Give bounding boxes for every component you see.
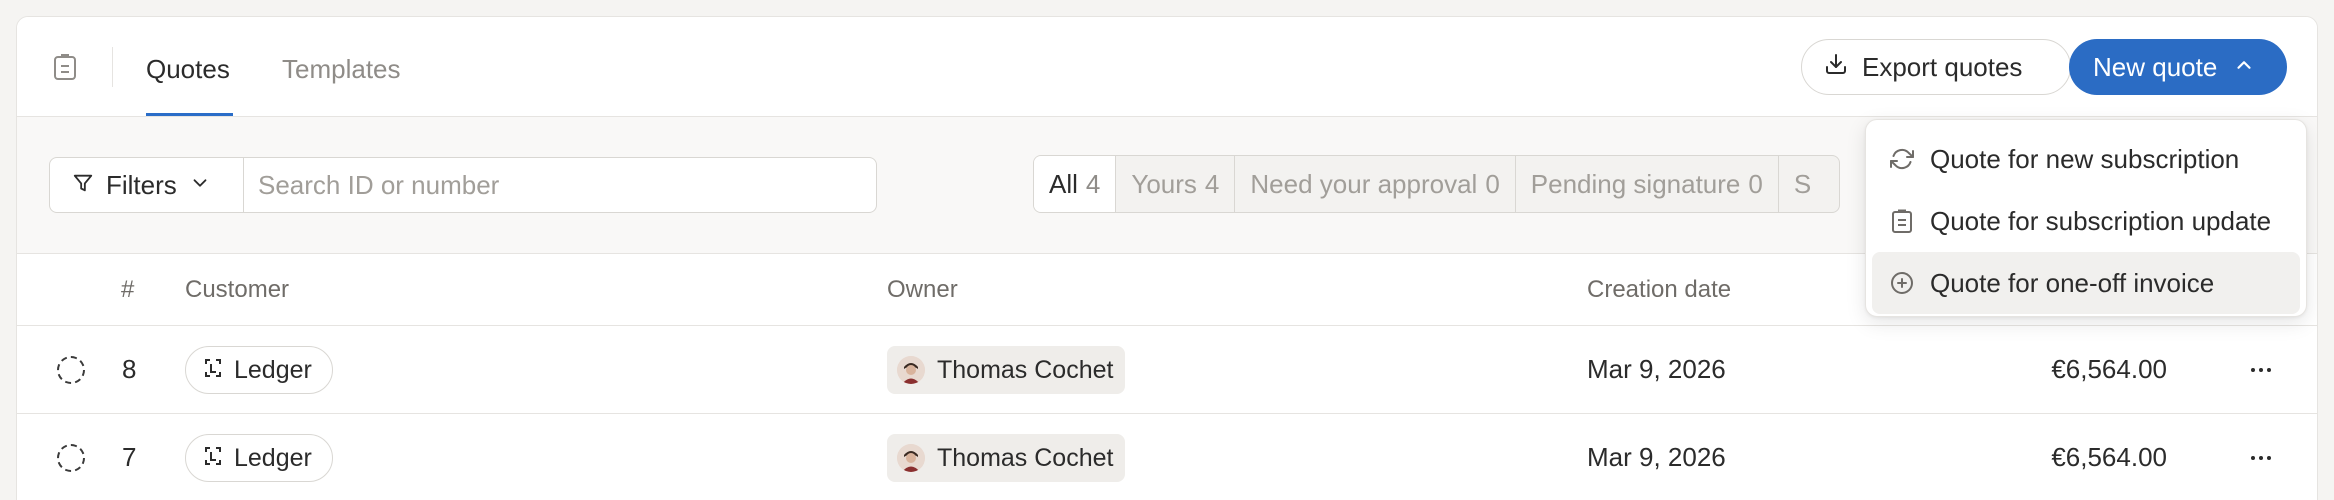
segment-count: 4 — [1204, 168, 1220, 199]
segment-label: All — [1049, 168, 1078, 199]
chevron-up-icon — [2233, 52, 2255, 83]
more-actions-icon[interactable] — [2239, 436, 2283, 480]
status-segmented-control: All 4 Yours 4 Need your approval 0 Pending … — [1033, 155, 1840, 213]
segment-count: 4 — [1085, 168, 1101, 199]
ledger-logo-icon — [204, 356, 222, 385]
chevron-down-icon — [189, 170, 211, 201]
tab-quotes[interactable]: Quotes — [146, 53, 230, 85]
owner-chip[interactable]: Thomas Cochet — [887, 346, 1126, 394]
segment-truncated[interactable]: S — [1779, 156, 1839, 212]
avatar — [897, 444, 925, 472]
search-input[interactable] — [244, 158, 876, 212]
customer-chip[interactable]: Ledger — [185, 346, 333, 394]
menu-item-label: Quote for new subscription — [1930, 143, 2240, 174]
refresh-icon — [1890, 147, 1914, 171]
new-quote-button[interactable]: New quote — [2069, 39, 2287, 95]
column-owner[interactable]: Owner — [887, 276, 958, 304]
segment-label: Yours — [1131, 168, 1197, 199]
segment-pending-signature[interactable]: Pending signature 0 — [1516, 156, 1779, 212]
quote-number: 7 — [122, 442, 137, 472]
active-tab-indicator — [146, 113, 233, 116]
column-creation-date[interactable]: Creation date — [1587, 276, 1731, 304]
draft-status-icon — [57, 444, 85, 472]
filters-button[interactable]: Filters — [50, 158, 244, 212]
clipboard-icon — [53, 53, 77, 81]
table-row[interactable]: 8 Ledger Thomas Cochet Mar 9, 2026 €6,56… — [17, 326, 2317, 414]
customer-name: Ledger — [234, 443, 312, 472]
segment-all[interactable]: All 4 — [1034, 156, 1117, 212]
avatar — [897, 356, 925, 384]
export-quotes-button[interactable]: Export quotes — [1801, 39, 2071, 95]
segment-label: S — [1793, 168, 1812, 199]
tab-templates[interactable]: Templates — [282, 53, 401, 85]
quotes-panel: Quotes Templates Export quotes New quote — [16, 16, 2318, 500]
menu-item-new-subscription[interactable]: Quote for new subscription — [1872, 128, 2300, 190]
segment-count: 0 — [1485, 168, 1500, 199]
draft-status-icon — [57, 356, 85, 384]
customer-chip[interactable]: Ledger — [185, 434, 333, 482]
ledger-logo-icon — [204, 444, 222, 473]
page-header: Quotes Templates Export quotes New quote — [17, 17, 2317, 117]
menu-item-one-off-invoice[interactable]: Quote for one-off invoice — [1872, 252, 2300, 314]
filter-icon — [72, 170, 94, 201]
column-customer[interactable]: Customer — [185, 276, 289, 304]
menu-item-label: Quote for one-off invoice — [1930, 267, 2215, 298]
more-actions-icon[interactable] — [2239, 348, 2283, 392]
export-quotes-label: Export quotes — [1862, 51, 2023, 82]
segment-need-your-approval[interactable]: Need your approval 0 — [1235, 156, 1516, 212]
segment-yours[interactable]: Yours 4 — [1116, 156, 1236, 212]
plus-circle-icon — [1890, 271, 1914, 295]
owner-name: Thomas Cochet — [937, 443, 1114, 472]
quote-amount: €6,564.00 — [2051, 354, 2167, 384]
header-divider — [112, 47, 113, 87]
table-row[interactable]: 7 Ledger Thomas Cochet Mar 9, 2026 €6,56… — [17, 414, 2317, 500]
filter-search-group: Filters — [49, 157, 877, 213]
owner-name: Thomas Cochet — [937, 355, 1114, 384]
filters-label: Filters — [106, 169, 177, 200]
clipboard-icon — [1890, 209, 1914, 233]
quote-amount: €6,564.00 — [2051, 442, 2167, 472]
download-icon — [1824, 52, 1848, 83]
segment-count: 0 — [1748, 168, 1763, 199]
new-quote-menu: Quote for new subscription Quote for sub… — [1865, 119, 2307, 317]
creation-date: Mar 9, 2026 — [1587, 442, 1726, 472]
owner-chip[interactable]: Thomas Cochet — [887, 434, 1126, 482]
creation-date: Mar 9, 2026 — [1587, 354, 1726, 384]
column-number[interactable]: # — [121, 276, 134, 304]
quote-number: 8 — [122, 354, 137, 384]
menu-item-label: Quote for subscription update — [1930, 205, 2272, 236]
customer-name: Ledger — [234, 355, 312, 384]
segment-label: Pending signature — [1530, 168, 1741, 199]
new-quote-label: New quote — [2093, 51, 2218, 82]
segment-label: Need your approval — [1250, 168, 1478, 199]
menu-item-subscription-update[interactable]: Quote for subscription update — [1872, 190, 2300, 252]
